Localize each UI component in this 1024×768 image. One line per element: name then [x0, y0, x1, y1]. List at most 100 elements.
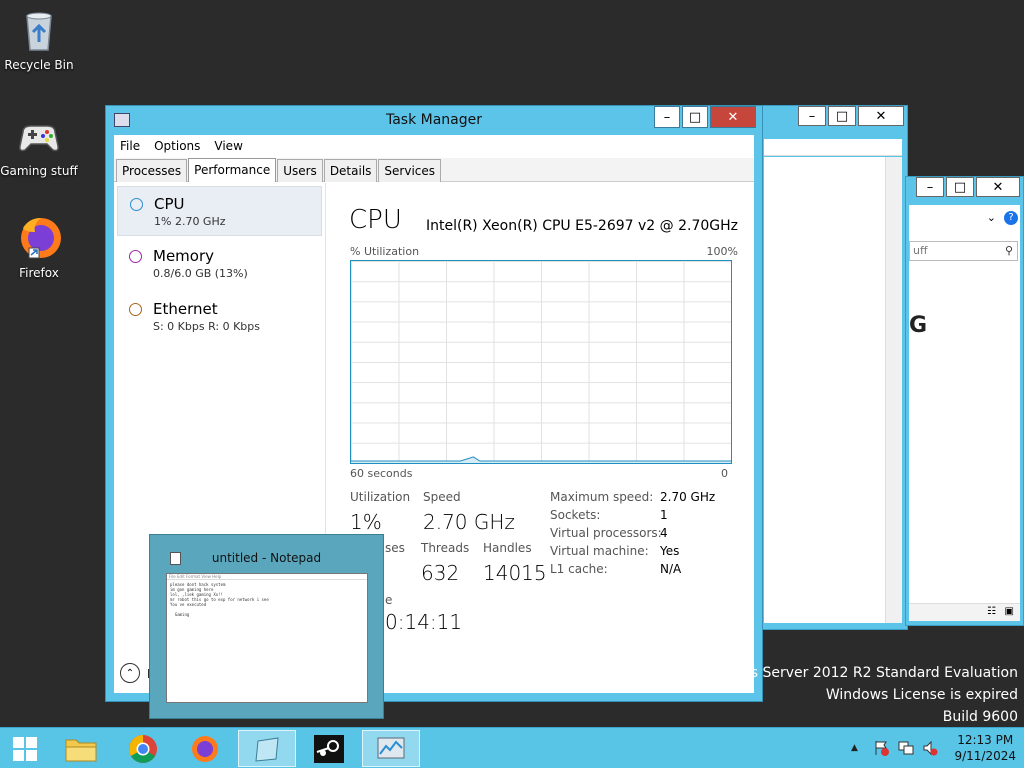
toolbar-strip: [764, 139, 902, 156]
tab-users[interactable]: Users: [277, 159, 323, 182]
menu-view[interactable]: View: [214, 139, 242, 153]
handles-value: 14015: [483, 561, 547, 585]
volume-muted-icon[interactable]: [922, 740, 938, 759]
spec-label: Maximum speed:: [550, 490, 654, 504]
minimize-button[interactable]: –: [916, 177, 944, 197]
graph-y-label: % Utilization: [350, 245, 420, 258]
fewer-details-chevron-icon[interactable]: ⌃: [120, 663, 140, 683]
clock-time: 12:13 PM: [957, 733, 1014, 747]
utilization-value: 1%: [350, 510, 382, 534]
taskbar-steam[interactable]: [300, 730, 358, 767]
folder-icon: [65, 739, 97, 761]
large-icons-view-icon[interactable]: ▣: [1005, 606, 1014, 617]
resource-summary: S: 0 Kbps R: 0 Kbps: [153, 320, 260, 333]
graph-y-max: 100%: [706, 245, 738, 258]
maximize-button[interactable]: □: [828, 106, 856, 126]
show-hidden-icons-button[interactable]: ▲: [851, 743, 858, 753]
recycle-bin-icon: [15, 6, 63, 54]
spec-value: Yes: [660, 544, 680, 558]
desktop-icon-label: Gaming stuff: [0, 164, 78, 178]
background-window-2[interactable]: – □ ✕ ? ⌄ uff ⚲ G ☷ ▣: [905, 176, 1024, 626]
processes-label: ses: [385, 541, 405, 555]
firefox-icon: [15, 214, 63, 262]
window-controls: – □ ✕: [914, 177, 1020, 197]
spec-label: L1 cache:: [550, 562, 608, 576]
speed-label: Speed: [423, 490, 461, 504]
cpu-heading: CPU: [349, 205, 402, 235]
menu-options[interactable]: Options: [154, 139, 200, 153]
minimize-button[interactable]: –: [798, 106, 826, 126]
search-input[interactable]: uff ⚲: [909, 241, 1018, 261]
desktop-icon-label: Recycle Bin: [4, 58, 74, 72]
taskbar-notepad[interactable]: [238, 730, 296, 767]
spec-label: Virtual machine:: [550, 544, 649, 558]
close-button[interactable]: ✕: [858, 106, 904, 126]
chrome-icon: [129, 734, 157, 763]
notepad-thumbnail-preview[interactable]: untitled - Notepad File Edit Format View…: [149, 534, 384, 719]
menu-file[interactable]: File: [120, 139, 140, 153]
resource-item-memory[interactable]: Memory 0.8/6.0 GB (13%): [117, 239, 322, 289]
graph-time-label: 60 seconds: [350, 467, 413, 480]
action-center-flag-icon[interactable]: [874, 740, 890, 759]
utilization-label: Utilization: [350, 490, 411, 504]
system-clock[interactable]: 12:13 PM 9/11/2024: [954, 732, 1016, 764]
scrollbar[interactable]: [885, 157, 902, 623]
resource-item-ethernet[interactable]: Ethernet S: 0 Kbps R: 0 Kbps: [117, 292, 322, 342]
resource-name: CPU: [154, 195, 185, 213]
chevron-down-icon[interactable]: ⌄: [987, 211, 996, 224]
uptime-label: e: [385, 593, 393, 607]
menu-bar: File Options View: [114, 135, 754, 157]
preview-thumbnail[interactable]: File Edit Format View Help please dont h…: [166, 573, 368, 703]
cpu-utilization-graph: [350, 260, 732, 464]
preview-title: untitled - Notepad: [211, 551, 322, 565]
tab-strip: Processes Performance Users Details Serv…: [114, 158, 754, 182]
details-view-icon[interactable]: ☷: [987, 606, 996, 617]
task-manager-icon: [377, 737, 405, 758]
window-controls: – □ ✕: [796, 106, 904, 126]
taskbar: ▲ 12:13 PM 9/11/2024: [0, 727, 1024, 768]
uptime-value: 0:14:11: [385, 610, 463, 634]
firefox-icon: [192, 735, 218, 762]
window-controls: – □ ✕: [652, 106, 756, 128]
watermark-line-3: Build 9600: [942, 709, 1018, 725]
tab-details[interactable]: Details: [323, 159, 378, 182]
spec-label: Virtual processors:: [550, 526, 662, 540]
help-icon[interactable]: ?: [1004, 211, 1018, 225]
watermark-line-1: ws Server 2012 R2 Standard Evaluation: [739, 665, 1018, 681]
resource-item-cpu[interactable]: CPU 1% 2.70 GHz: [117, 186, 322, 236]
window-content: [764, 157, 902, 623]
desktop-icon-label: Firefox: [19, 266, 59, 280]
desktop-icon-firefox[interactable]: Firefox: [0, 214, 78, 280]
spec-value: N/A: [660, 562, 682, 576]
maximize-button[interactable]: □: [946, 177, 974, 197]
speed-value: 2.70 GHz: [423, 510, 515, 534]
start-button[interactable]: [0, 730, 50, 767]
desktop-icon-recycle-bin[interactable]: Recycle Bin: [0, 6, 78, 72]
spec-value: 2.70 GHz: [660, 490, 716, 504]
resource-name: Ethernet: [153, 300, 218, 318]
close-button[interactable]: ✕: [710, 106, 756, 128]
minimize-button[interactable]: –: [654, 106, 680, 128]
close-button[interactable]: ✕: [976, 177, 1020, 197]
steam-icon: [314, 734, 344, 763]
tab-processes[interactable]: Processes: [116, 159, 188, 182]
maximize-button[interactable]: □: [682, 106, 708, 128]
network-icon[interactable]: [898, 740, 914, 759]
desktop-icon-gaming-stuff[interactable]: Gaming stuff: [0, 112, 78, 178]
taskbar-task-manager[interactable]: [362, 730, 420, 767]
taskbar-firefox[interactable]: [176, 730, 234, 767]
watermark-line-2: Windows License is expired: [825, 687, 1018, 703]
tab-performance[interactable]: Performance: [188, 158, 277, 182]
title-bar[interactable]: Task Manager – □ ✕: [106, 106, 762, 134]
clock-date: 9/11/2024: [954, 749, 1016, 763]
cpu-detail-pane: CPU Intel(R) Xeon(R) CPU E5-2697 v2 @ 2.…: [327, 183, 754, 693]
windows-logo-icon: [13, 736, 37, 761]
cpu-utilization-area: [351, 456, 731, 463]
background-window-1[interactable]: – □ ✕: [760, 105, 908, 630]
search-input-text: uff: [913, 244, 928, 257]
tab-services[interactable]: Services: [378, 159, 442, 182]
search-icon[interactable]: ⚲: [1005, 244, 1013, 257]
handles-label: Handles: [483, 541, 532, 555]
taskbar-chrome[interactable]: [114, 730, 172, 767]
taskbar-file-explorer[interactable]: [52, 730, 110, 767]
